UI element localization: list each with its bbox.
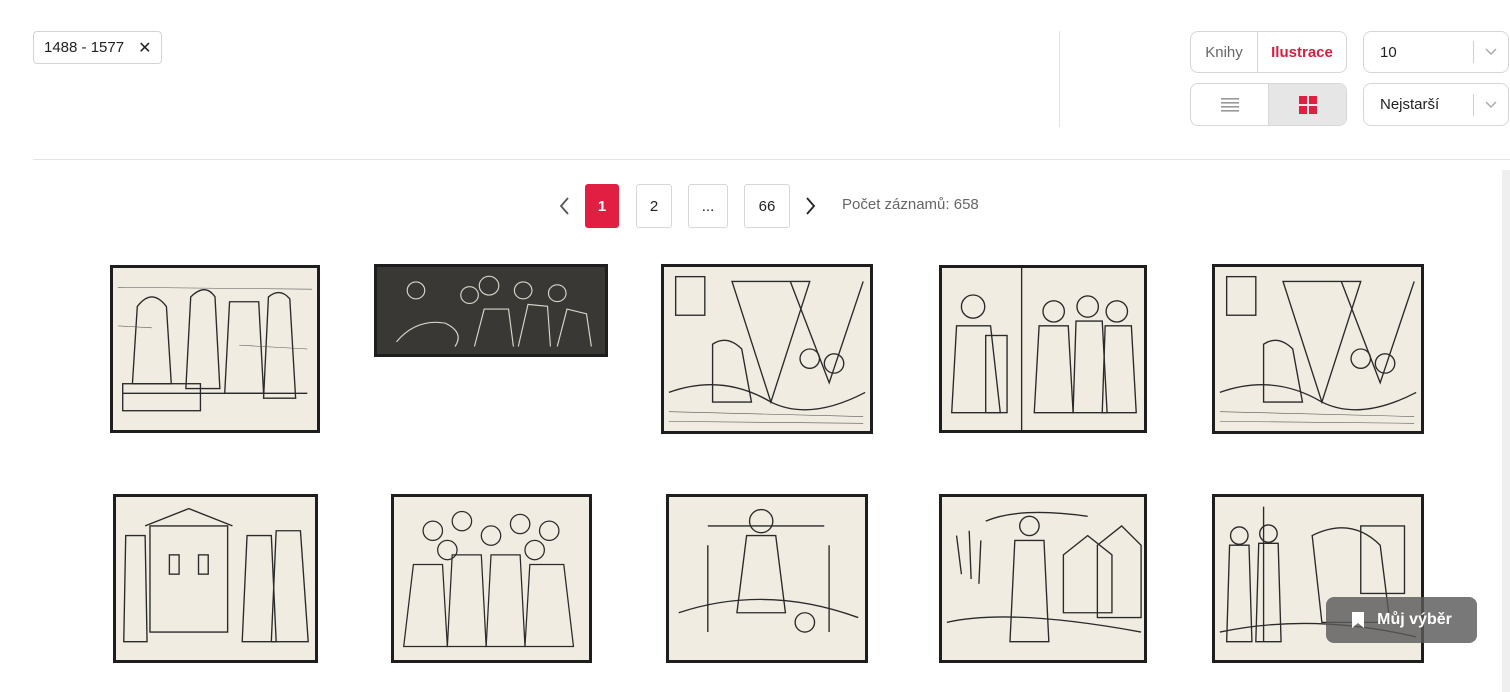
list-view-icon xyxy=(1220,97,1239,112)
page-button-1[interactable]: 1 xyxy=(585,184,619,228)
woodcut-image xyxy=(1219,275,1417,424)
illustration-thumbnail[interactable] xyxy=(374,264,608,357)
illustration-thumbnail[interactable] xyxy=(1212,264,1424,434)
view-toggle xyxy=(1190,83,1347,126)
list-view-button[interactable] xyxy=(1191,84,1269,125)
illustration-thumbnail[interactable] xyxy=(939,265,1147,433)
illustration-thumbnail[interactable] xyxy=(391,494,592,663)
sort-value: Nejstarší xyxy=(1380,96,1440,113)
filter-chip-years[interactable]: 1488 - 1577 ✕ xyxy=(33,31,163,64)
page-ellipsis: ... xyxy=(688,184,728,228)
grid-view-button[interactable] xyxy=(1269,84,1346,125)
filter-chip-label: 1488 - 1577 xyxy=(44,39,125,56)
chevron-right-icon[interactable] xyxy=(798,194,822,218)
my-selection-button[interactable]: Můj výběr xyxy=(1326,597,1477,643)
illustration-thumbnail[interactable] xyxy=(113,494,318,663)
illustration-thumbnail[interactable] xyxy=(110,265,320,433)
page-size-value: 10 xyxy=(1380,43,1397,61)
woodcut-image xyxy=(946,511,1142,643)
my-selection-label: Můj výběr xyxy=(1377,611,1452,628)
type-toggle: Knihy Ilustrace xyxy=(1190,31,1347,73)
type-books-button[interactable]: Knihy xyxy=(1191,32,1258,72)
woodcut-image xyxy=(402,510,575,648)
page-size-select[interactable]: 10 xyxy=(1363,31,1509,73)
illustration-thumbnail[interactable] xyxy=(939,494,1147,663)
toolbar-bottom-divider xyxy=(33,159,1510,160)
toolbar-divider xyxy=(1059,31,1060,127)
page-button-66[interactable]: 66 xyxy=(744,184,790,228)
chevron-down-icon xyxy=(1474,48,1508,56)
grid-view-icon xyxy=(1298,95,1317,114)
sort-select[interactable]: Nejstarší xyxy=(1363,83,1509,126)
close-icon[interactable]: ✕ xyxy=(138,38,151,58)
page-button-2[interactable]: 2 xyxy=(636,184,672,228)
woodcut-image xyxy=(678,508,859,633)
illustration-thumbnail[interactable] xyxy=(666,494,868,663)
type-illustrations-button[interactable]: Ilustrace xyxy=(1258,32,1346,72)
woodcut-image xyxy=(117,286,313,412)
bookmark-icon xyxy=(1352,612,1365,628)
chevron-left-icon[interactable] xyxy=(553,194,577,218)
chevron-down-icon xyxy=(1474,100,1508,109)
woodcut-image xyxy=(668,275,866,424)
woodcut-image xyxy=(950,268,1137,430)
record-count: Počet záznamů: 658 xyxy=(842,196,979,213)
illustration-thumbnail[interactable] xyxy=(661,264,873,434)
woodcut-image xyxy=(123,507,309,643)
scrollbar[interactable] xyxy=(1502,170,1510,692)
woodcut-image xyxy=(396,275,592,347)
